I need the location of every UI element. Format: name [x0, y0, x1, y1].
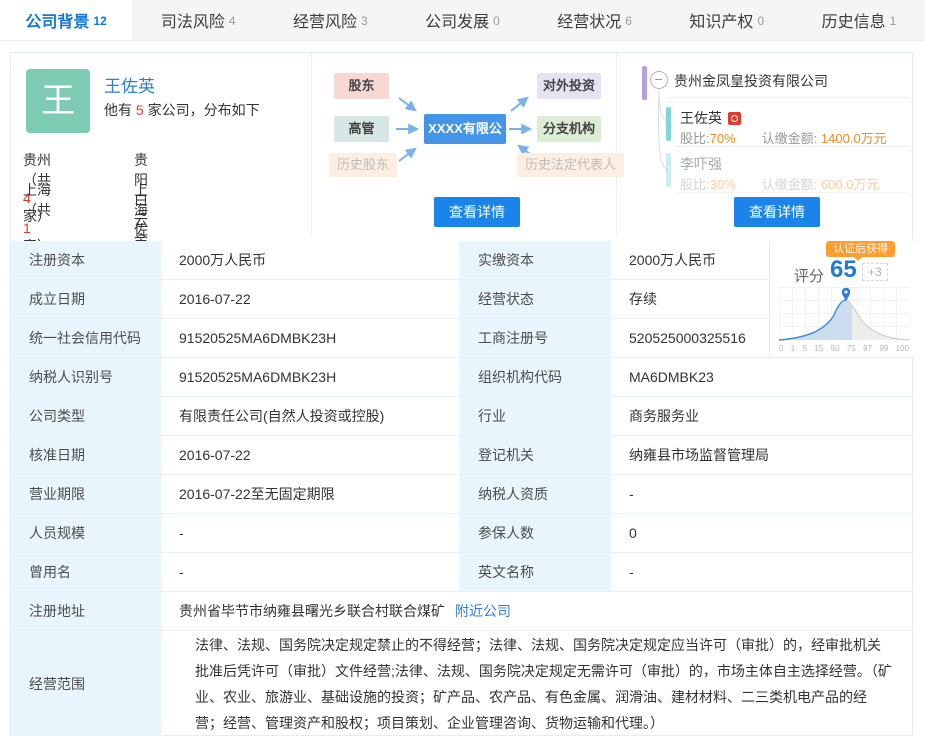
field-value: 商务服务业	[613, 397, 914, 435]
divider	[676, 192, 909, 193]
tab-company-background[interactable]: 公司背景12	[0, 0, 132, 40]
field-label: 注册地址	[11, 592, 163, 630]
tab-count: 6	[625, 14, 632, 28]
table-row: 人员规模 - 参保人数 0	[11, 514, 914, 553]
field-value: -	[163, 553, 459, 591]
actual-controller-icon	[728, 112, 741, 125]
field-value: 2000万人民币	[163, 241, 459, 279]
node-center-company: XXXX有限公司	[424, 114, 506, 144]
shareholder-name: 王佐英	[680, 108, 741, 128]
field-label: 营业期限	[11, 475, 163, 513]
tab-count: 12	[93, 14, 106, 28]
tab-count: 4	[229, 14, 236, 28]
tab-judicial-risk[interactable]: 司法风险4	[132, 0, 264, 40]
node-branches: 分支机构	[537, 116, 601, 142]
field-label: 核准日期	[11, 436, 163, 474]
content-container: 王 王佐英 他有 5 家公司，分布如下 贵州（共4家） 贵阳白云金凤皇餐饮有..…	[10, 52, 913, 736]
avatar: 王	[26, 69, 90, 133]
tree-company-name: 贵州金凤皇投资有限公司	[674, 71, 828, 91]
score-distribution-chart	[779, 287, 909, 342]
field-label: 经营状态	[459, 280, 613, 318]
score-bonus: +3	[862, 263, 888, 281]
diagram-view-details-button[interactable]: 查看详情	[434, 197, 520, 227]
table-row: 核准日期 2016-07-22 登记机关 纳雍县市场监督管理局	[11, 436, 914, 475]
node-history-legal-rep: 历史法定代表人	[517, 153, 624, 177]
shareholder-name: 李吓强	[680, 154, 722, 174]
tree-view-details-button[interactable]: 查看详情	[734, 197, 820, 227]
field-value: -	[163, 514, 459, 552]
shareholder-detail: 股比:70%认缴金额: 1400.0万元	[680, 128, 887, 147]
field-value: 有限责任公司(自然人投资或控股)	[163, 397, 459, 435]
field-label: 参保人数	[459, 514, 613, 552]
table-row-business-scope: 经营范围 法律、法规、国务院决定规定禁止的不得经营；法律、法规、国务院决定规定应…	[11, 631, 914, 736]
node-shareholder: 股东	[334, 73, 389, 99]
tree-child-accent	[666, 107, 671, 141]
field-value: 2016-07-22	[163, 280, 459, 318]
field-value: 91520525MA6DMBK23H	[163, 358, 459, 396]
field-label: 纳税人资质	[459, 475, 613, 513]
bell-curve	[779, 287, 909, 342]
field-label: 统一社会信用代码	[11, 319, 163, 357]
tab-bar: 公司背景12 司法风险4 经营风险3 公司发展0 经营状况6 知识产权0 历史信…	[0, 0, 925, 41]
field-label: 工商注册号	[459, 319, 613, 357]
field-value: 纳雍县市场监督管理局	[613, 436, 914, 474]
company-profile-page: 公司背景12 司法风险4 经营风险3 公司发展0 经营状况6 知识产权0 历史信…	[0, 0, 925, 743]
field-label: 组织机构代码	[459, 358, 613, 396]
person-name-link[interactable]: 王佐英	[104, 72, 155, 97]
node-history-shareholder: 历史股东	[329, 153, 397, 177]
field-value: -	[613, 475, 914, 513]
tab-operating-status[interactable]: 经营状况6	[529, 0, 661, 40]
field-label: 曾用名	[11, 553, 163, 591]
score-label: 评分	[794, 265, 824, 286]
tree-child-accent	[666, 153, 671, 187]
field-label: 公司类型	[11, 397, 163, 435]
field-value: 法律、法规、国务院决定规定禁止的不得经营；法律、法规、国务院决定规定应当许可（审…	[163, 631, 914, 736]
field-label: 成立日期	[11, 280, 163, 318]
field-label: 行业	[459, 397, 613, 435]
nearby-companies-link[interactable]: 附近公司	[455, 601, 511, 621]
node-outbound-investment: 对外投资	[537, 73, 601, 99]
field-value: 2016-07-22	[163, 436, 459, 474]
panel-divider	[616, 53, 617, 238]
tab-count: 0	[757, 14, 764, 28]
field-label: 经营范围	[11, 631, 163, 736]
field-label: 英文名称	[459, 553, 613, 591]
tab-history-info[interactable]: 历史信息1	[793, 0, 925, 40]
table-row: 曾用名 - 英文名称 -	[11, 553, 914, 592]
tab-count: 1	[890, 14, 897, 28]
field-label: 实缴资本	[459, 241, 613, 279]
divider	[667, 97, 909, 98]
panel-divider	[311, 53, 312, 238]
field-label: 登记机关	[459, 436, 613, 474]
tab-count: 0	[493, 14, 500, 28]
score-value: 65	[830, 256, 857, 284]
node-executive: 高管	[334, 116, 389, 142]
company-count: 5	[136, 102, 144, 118]
field-value: MA6DMBK23	[613, 358, 914, 396]
table-row: 营业期限 2016-07-22至无固定期限 纳税人资质 -	[11, 475, 914, 514]
field-label: 纳税人识别号	[11, 358, 163, 396]
field-label: 注册资本	[11, 241, 163, 279]
score-widget: 认证后获得 评分 65 +3 015155075979910	[769, 241, 914, 358]
collapse-icon[interactable]	[650, 71, 668, 89]
table-row: 纳税人识别号 91520525MA6DMBK23H 组织机构代码 MA6DMBK…	[11, 358, 914, 397]
field-value: 91520525MA6DMBK23H	[163, 319, 459, 357]
tab-company-development[interactable]: 公司发展0	[396, 0, 528, 40]
score-badge: 认证后获得	[826, 241, 895, 257]
shareholder-detail: 股比:30%认缴金额: 600.0万元	[680, 174, 879, 193]
field-value: 2016-07-22至无固定期限	[163, 475, 459, 513]
tree-root-accent	[642, 66, 647, 100]
tab-intellectual-property[interactable]: 知识产权0	[661, 0, 793, 40]
divider	[676, 146, 909, 147]
field-value: 0	[613, 514, 914, 552]
score-pin-icon	[842, 288, 850, 301]
person-summary: 他有 5 家公司，分布如下	[104, 100, 260, 120]
score-axis-ticks: 0151550759799100	[779, 344, 909, 353]
table-row: 公司类型 有限责任公司(自然人投资或控股) 行业 商务服务业	[11, 397, 914, 436]
field-value: -	[613, 553, 914, 591]
tab-operating-risk[interactable]: 经营风险3	[264, 0, 396, 40]
tab-count: 3	[361, 14, 368, 28]
field-label: 人员规模	[11, 514, 163, 552]
